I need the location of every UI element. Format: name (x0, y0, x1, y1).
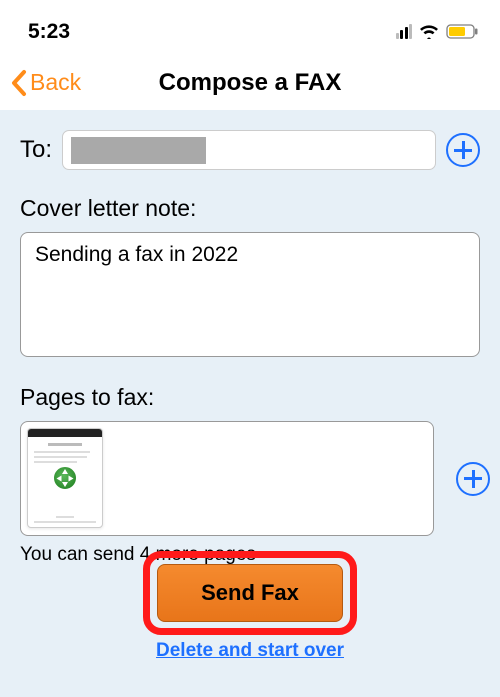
back-label: Back (30, 69, 81, 96)
cellular-signal-icon (396, 24, 413, 39)
status-time: 5:23 (28, 20, 70, 44)
delete-start-over-link[interactable]: Delete and start over (156, 640, 344, 662)
to-row: To: (20, 130, 480, 170)
battery-icon (446, 24, 478, 39)
to-input[interactable] (62, 130, 436, 170)
to-label: To: (20, 136, 52, 164)
cover-letter-label: Cover letter note: (20, 195, 480, 222)
send-fax-button[interactable]: Send Fax (157, 564, 343, 622)
add-recipient-button[interactable] (446, 133, 480, 167)
page-thumbnail[interactable] (27, 428, 103, 528)
wifi-icon (419, 24, 439, 39)
pages-row (20, 421, 480, 536)
status-bar: 5:23 (0, 0, 500, 55)
recipient-redacted (71, 137, 206, 164)
chevron-left-icon (10, 69, 28, 97)
add-page-button[interactable] (456, 462, 490, 496)
pages-label: Pages to fax: (20, 384, 480, 411)
main-content: To: Cover letter note: Pages to fax: You… (0, 110, 500, 697)
cover-note-input[interactable] (20, 232, 480, 357)
pages-container[interactable] (20, 421, 434, 536)
nav-bar: Back Compose a FAX (0, 55, 500, 110)
back-button[interactable]: Back (10, 69, 81, 97)
status-icons (396, 24, 479, 39)
send-highlight-frame: Send Fax (143, 551, 357, 635)
expand-icon (52, 465, 78, 491)
